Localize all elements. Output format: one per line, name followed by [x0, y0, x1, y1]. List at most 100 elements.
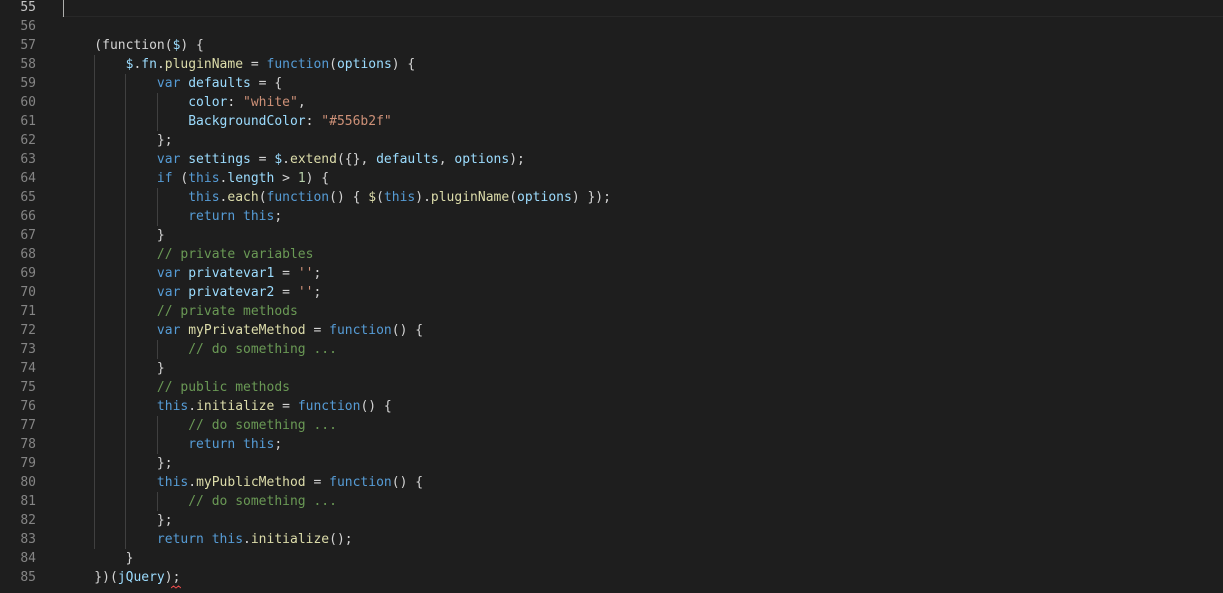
code-line[interactable]: // do something ... [63, 340, 337, 359]
code-token: extend [290, 152, 337, 167]
code-token: , [297, 95, 306, 110]
code-token: function [266, 190, 330, 205]
code-line[interactable]: BackgroundColor: "#556b2f" [63, 112, 392, 131]
code-line[interactable]: // do something ... [63, 416, 337, 435]
code-token: = [274, 266, 298, 281]
code-token: defaults [376, 152, 439, 167]
line-number: 75 [20, 380, 36, 395]
code-line[interactable]: } [63, 549, 134, 568]
line-number: 60 [20, 95, 36, 110]
code-token: > [274, 171, 298, 186]
code-line[interactable]: } [63, 359, 165, 378]
code-line[interactable]: this.each(function() { $(this).pluginNam… [63, 188, 611, 207]
code-token: // private variables [156, 247, 314, 262]
line-number: 65 [20, 190, 36, 205]
code-line[interactable]: })(jQuery); [63, 568, 180, 587]
code-editor[interactable]: 55 56 57 58 59 60 61 62 63 64 65 66 67 68 69 70 71 72 73 74… [0, 0, 1223, 593]
line-number: 69 [20, 266, 36, 281]
code-token: options [454, 152, 510, 167]
code-token: ( [258, 190, 267, 205]
code-token: ); [509, 152, 525, 167]
code-token: () { [391, 475, 424, 490]
code-line[interactable]: $.fn.pluginName = function(options) { [63, 55, 416, 74]
code-line[interactable]: this.myPublicMethod = function() { [63, 473, 423, 492]
code-token: })( [63, 570, 118, 585]
code-line[interactable]: // private methods [63, 302, 298, 321]
code-line[interactable]: var myPrivateMethod = function() { [63, 321, 423, 340]
code-line[interactable]: var privatevar2 = ''; [63, 283, 321, 302]
code-token: }; [63, 133, 173, 148]
line-number: 55 [20, 0, 36, 15]
code-token: 1 [297, 171, 306, 186]
code-token: '' [297, 266, 314, 281]
code-token: this [156, 399, 189, 414]
code-line[interactable]: return this; [63, 207, 282, 226]
code-token: return [188, 437, 236, 452]
code-token: jQuery [117, 570, 165, 585]
code-line[interactable]: } [63, 226, 165, 245]
code-line[interactable]: // public methods [63, 378, 290, 397]
code-line[interactable]: var settings = $.extend({}, defaults, op… [63, 150, 525, 169]
code-token: function [297, 399, 361, 414]
code-line[interactable]: (function($) { [63, 36, 204, 55]
code-line[interactable]: if (this.length > 1) { [63, 169, 329, 188]
code-token: return [188, 209, 236, 224]
line-number: 72 [20, 323, 36, 338]
line-number: 64 [20, 171, 36, 186]
code-token: ) { [391, 57, 416, 72]
code-token: settings [188, 152, 251, 167]
code-token: color [188, 95, 228, 110]
code-token: ) }); [571, 190, 611, 205]
code-token: . [188, 475, 197, 490]
code-line[interactable]: }; [63, 131, 173, 150]
code-token: pluginName [164, 57, 244, 72]
code-token: = [305, 323, 330, 338]
code-line[interactable]: return this.initialize(); [63, 530, 353, 549]
code-token: function [329, 475, 392, 490]
code-token: ( [509, 190, 518, 205]
code-token: this [243, 209, 275, 224]
code-token: length [227, 171, 275, 186]
line-number: 76 [20, 399, 36, 414]
code-token: this [156, 475, 189, 490]
line-number: 73 [20, 342, 36, 357]
line-number: 71 [20, 304, 36, 319]
code-line[interactable]: return this; [63, 435, 282, 454]
code-token: var [156, 76, 181, 91]
code-token: var [156, 152, 181, 167]
code-token: ; [313, 285, 322, 300]
code-token: this [243, 437, 275, 452]
code-line[interactable]: var privatevar1 = ''; [63, 264, 321, 283]
code-line[interactable]: }; [63, 454, 173, 473]
code-token: ; [274, 437, 283, 452]
code-token: = [250, 152, 275, 167]
code-token: initialize [196, 399, 275, 414]
line-number: 68 [20, 247, 36, 262]
code-line[interactable]: }; [63, 511, 173, 530]
code-token: , [438, 152, 455, 167]
code-token: // do something ... [188, 494, 337, 509]
code-token: = [274, 399, 298, 414]
code-line[interactable]: color: "white", [63, 93, 306, 112]
code-token: each [227, 190, 259, 205]
code-token: = { [250, 76, 283, 91]
code-token: . [243, 532, 251, 547]
code-line[interactable]: // private variables [63, 245, 314, 264]
line-number: 70 [20, 285, 36, 300]
code-token: '' [297, 285, 314, 300]
code-line[interactable]: var defaults = { [63, 74, 282, 93]
code-line[interactable]: // do something ... [63, 492, 337, 511]
code-line[interactable]: this.initialize = function() { [63, 397, 392, 416]
